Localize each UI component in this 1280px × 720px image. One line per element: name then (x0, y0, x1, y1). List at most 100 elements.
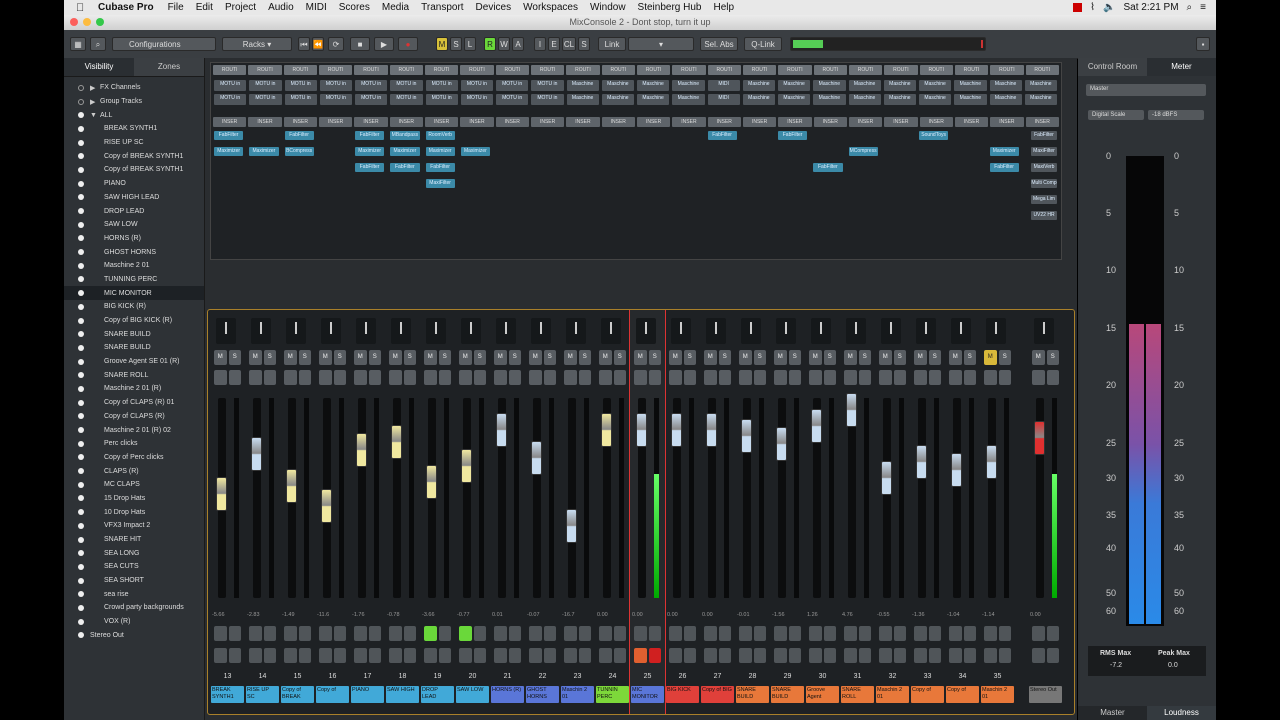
visibility-item[interactable]: SNARE ROLL (64, 368, 204, 382)
solo-button[interactable]: S (858, 350, 871, 365)
monitor-button[interactable] (718, 370, 731, 385)
pan-knob[interactable] (391, 318, 411, 344)
fader-track[interactable] (988, 398, 996, 598)
visibility-toggle-icon[interactable] (78, 618, 84, 625)
insert-bypass-button[interactable] (893, 648, 906, 663)
pan-knob[interactable] (811, 318, 831, 344)
tab-meter[interactable]: Meter (1147, 58, 1216, 76)
insert-plugin[interactable]: Maximizer (214, 147, 244, 156)
insert-plugin[interactable]: FabFilter (425, 163, 455, 172)
channel-name[interactable]: Groove Agent (806, 686, 839, 703)
insert-bypass-button[interactable] (823, 648, 836, 663)
monitor-button[interactable] (753, 370, 766, 385)
clock[interactable]: Sat 2:21 PM (1124, 2, 1179, 13)
channel-name[interactable]: Copy of BIG (701, 686, 734, 703)
channel-number[interactable]: 26 (665, 673, 700, 683)
solo-button[interactable]: S (403, 350, 416, 365)
menu-midi[interactable]: MIDI (306, 2, 327, 13)
insert-plugin[interactable]: Maximizer (989, 147, 1019, 156)
routing-slot[interactable]: ROUTI (389, 65, 423, 75)
insert-plugin[interactable]: FabFilter (778, 131, 808, 140)
io-slot[interactable]: Maschine (566, 80, 599, 91)
insert-plugin[interactable]: FabFilter (214, 131, 244, 140)
monitor-button[interactable] (788, 370, 801, 385)
insert-slot[interactable]: INSER (672, 117, 706, 127)
channel-number[interactable]: 17 (350, 673, 385, 683)
apple-icon[interactable]:  (76, 2, 90, 14)
mute-button[interactable]: M (739, 350, 752, 365)
fader-track[interactable] (463, 398, 471, 598)
channel-number[interactable]: 23 (560, 673, 595, 683)
insert-bypass-button[interactable] (1046, 648, 1059, 663)
visibility-toggle-icon[interactable] (78, 522, 84, 529)
solo-button[interactable]: S (683, 350, 696, 365)
channel-name[interactable]: SAW HIGH (386, 686, 419, 703)
mute-button[interactable]: M (424, 350, 437, 365)
read-automation-button[interactable] (459, 626, 472, 641)
visibility-toggle-icon[interactable] (78, 413, 84, 420)
fader-track[interactable] (883, 398, 891, 598)
listen-button[interactable] (424, 370, 437, 385)
io-slot[interactable]: Maschine (883, 94, 916, 105)
master-insert-plugin[interactable]: MaxiVerb (1031, 163, 1057, 172)
channel-number[interactable]: 13 (210, 673, 245, 683)
write-automation-button[interactable] (648, 626, 661, 641)
insert-slot[interactable]: INSER (813, 117, 847, 127)
io-slot[interactable]: MOTU in (531, 80, 564, 91)
routing-slot[interactable]: ROUTI (530, 65, 565, 75)
io-slot[interactable]: Maschine (813, 80, 846, 91)
channel-name[interactable]: BIG KICK (666, 686, 699, 703)
fader-handle[interactable] (531, 441, 542, 475)
write-automation-button[interactable] (893, 626, 906, 641)
insert-bypass-button[interactable] (998, 648, 1011, 663)
solo-button[interactable]: S (928, 350, 941, 365)
insert-bypass-button[interactable] (788, 648, 801, 663)
visibility-item[interactable]: Maschine 2 01 (R) (64, 382, 204, 396)
insert-slot[interactable]: INSER (495, 117, 529, 127)
write-automation-button[interactable] (858, 626, 871, 641)
pan-knob[interactable] (741, 318, 761, 344)
fader-handle[interactable] (426, 465, 437, 499)
read-automation-button[interactable] (914, 626, 927, 641)
channel-name[interactable]: SNARE ROLL (841, 686, 874, 703)
channel-name[interactable]: MIC MONITOR (631, 686, 664, 703)
fader-handle[interactable] (846, 393, 857, 427)
write-automation-button[interactable] (963, 626, 976, 641)
mute-button[interactable]: M (774, 350, 787, 365)
routing-slot[interactable]: ROUTI (1025, 65, 1059, 75)
channel-name[interactable]: HORNS (R) (491, 686, 524, 703)
monitor-button[interactable] (963, 370, 976, 385)
io-slot[interactable]: Maschine (742, 80, 775, 91)
visibility-toggle-icon[interactable] (78, 536, 84, 543)
io-slot[interactable]: Maschine (1024, 80, 1057, 91)
routing-slot[interactable]: ROUTI (707, 65, 741, 75)
write-automation-button[interactable] (298, 626, 311, 641)
insert-slot[interactable]: INSER (636, 117, 671, 127)
pan-knob[interactable] (951, 318, 971, 344)
pan-knob[interactable] (601, 318, 621, 344)
routing-slot[interactable]: ROUTI (848, 65, 883, 75)
insert-slot[interactable]: INSER (389, 117, 423, 127)
edit-channel-button[interactable] (459, 648, 472, 663)
visibility-item[interactable]: SEA SHORT (64, 574, 204, 588)
listen-button[interactable] (879, 370, 892, 385)
insert-plugin[interactable]: MCompress (848, 147, 878, 156)
read-automation-button[interactable] (424, 626, 437, 641)
listen-button[interactable] (634, 370, 647, 385)
mute-button[interactable]: M (984, 350, 997, 365)
edit-channel-button[interactable] (529, 648, 542, 663)
io-slot[interactable]: MOTU in (460, 80, 493, 91)
io-slot[interactable]: Maschine (989, 94, 1022, 105)
monitor-button[interactable] (543, 370, 556, 385)
visibility-item[interactable]: ▼ ALL (64, 108, 204, 122)
fader-track[interactable] (253, 398, 261, 598)
mute-button[interactable]: M (809, 350, 822, 365)
visibility-item[interactable]: Copy of BIG KICK (R) (64, 314, 204, 328)
insert-bypass-button[interactable] (858, 648, 871, 663)
master-insert-plugin[interactable]: MaxiFilter (1031, 147, 1057, 156)
write-automation-button[interactable] (683, 626, 696, 641)
visibility-item[interactable]: Copy of BREAK SYNTH1 (64, 163, 204, 177)
solo-button[interactable]: S (823, 350, 836, 365)
fader-handle[interactable] (321, 489, 332, 523)
pan-knob[interactable] (846, 318, 866, 344)
